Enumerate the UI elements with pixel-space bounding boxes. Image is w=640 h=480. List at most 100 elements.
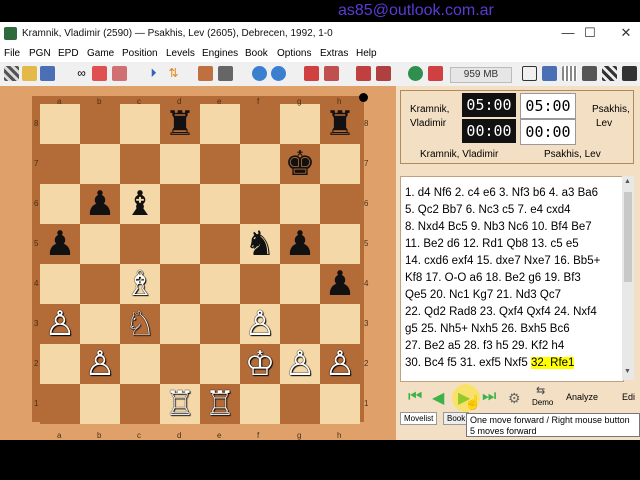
dgt-icon[interactable] xyxy=(428,66,443,81)
move-line[interactable]: 27. Be2 a5 28. f3 h5 29. Kf2 h4 xyxy=(405,340,564,352)
black-king-g7[interactable]: ♚ xyxy=(280,144,320,184)
settings-gear-icon[interactable]: ⚙ xyxy=(508,390,521,407)
movelist-scrollbar[interactable]: ▲ ▼ xyxy=(622,176,634,380)
analyze-button[interactable]: Analyze xyxy=(566,392,598,402)
square-e7[interactable] xyxy=(200,144,240,184)
scroll-thumb[interactable] xyxy=(624,192,632,282)
square-e6[interactable] xyxy=(200,184,240,224)
maximize-icon[interactable]: ☐ xyxy=(582,25,598,43)
white-pawn-b2[interactable]: ♙ xyxy=(80,344,120,384)
square-d4[interactable] xyxy=(160,264,200,304)
white-knight-c3[interactable]: ♘ xyxy=(120,304,160,344)
square-e3[interactable] xyxy=(200,304,240,344)
square-e8[interactable] xyxy=(200,104,240,144)
scroll-up-icon[interactable]: ▲ xyxy=(624,178,631,185)
square-d6[interactable] xyxy=(160,184,200,224)
square-d2[interactable] xyxy=(160,344,200,384)
square-c8[interactable] xyxy=(120,104,160,144)
current-move[interactable]: 32. Rfe1 xyxy=(530,357,575,369)
square-b1[interactable] xyxy=(80,384,120,424)
white-pawn-h2[interactable]: ♙ xyxy=(320,344,360,384)
movelist-panel[interactable]: 1. d4 Nf6 2. c4 e6 3. Nf3 b6 4. a3 Ba6 5… xyxy=(400,176,624,382)
square-a6[interactable] xyxy=(40,184,80,224)
globe-icon[interactable] xyxy=(408,66,423,81)
square-g3[interactable] xyxy=(280,304,320,344)
move-line[interactable]: 11. Be2 d6 12. Rd1 Qb8 13. c5 e5 xyxy=(405,238,579,250)
square-f6[interactable] xyxy=(240,184,280,224)
piece-set-icon[interactable] xyxy=(622,66,637,81)
square-h6[interactable] xyxy=(320,184,360,224)
black-pawn-b6[interactable]: ♟ xyxy=(80,184,120,224)
black-rook-d8[interactable]: ♜ xyxy=(160,104,200,144)
board-color-icon[interactable] xyxy=(602,66,617,81)
square-e2[interactable] xyxy=(200,344,240,384)
square-b8[interactable] xyxy=(80,104,120,144)
square-g6[interactable] xyxy=(280,184,320,224)
square-f8[interactable] xyxy=(240,104,280,144)
square-c5[interactable] xyxy=(120,224,160,264)
square-a7[interactable] xyxy=(40,144,80,184)
move-line[interactable]: 8. Nxd4 Bc5 9. Nb3 Nc6 10. Bf4 Be7 xyxy=(405,221,592,233)
back-move-icon[interactable]: ◀ xyxy=(432,388,444,408)
square-a8[interactable] xyxy=(40,104,80,144)
square-a2[interactable] xyxy=(40,344,80,384)
move-line[interactable]: 22. Qd2 Rad8 23. Qxf4 Qxf4 24. Nxf4 xyxy=(405,306,597,318)
scroll-down-icon[interactable]: ▼ xyxy=(624,368,631,375)
close-icon[interactable]: ✕ xyxy=(618,25,634,43)
last-move-icon[interactable]: ⏭ xyxy=(482,388,496,406)
square-h1[interactable] xyxy=(320,384,360,424)
move-line[interactable]: 1. d4 Nf6 2. c4 e6 3. Nf3 b6 4. a3 Ba6 xyxy=(405,187,598,199)
white-pawn-f3[interactable]: ♙ xyxy=(240,304,280,344)
black-bishop-c6[interactable]: ♝ xyxy=(120,184,160,224)
square-c2[interactable] xyxy=(120,344,160,384)
black-rook-h8[interactable]: ♜ xyxy=(320,104,360,144)
black-pawn-a5[interactable]: ♟ xyxy=(40,224,80,264)
square-e4[interactable] xyxy=(200,264,240,304)
fullscreen-icon[interactable] xyxy=(522,66,537,81)
square-e5[interactable] xyxy=(200,224,240,264)
square-g8[interactable] xyxy=(280,104,320,144)
grid-icon[interactable] xyxy=(562,66,577,81)
white-king-f2[interactable]: ♔ xyxy=(240,344,280,384)
square-f1[interactable] xyxy=(240,384,280,424)
move-line[interactable]: 5. Qc2 Bb7 6. Nc3 c5 7. e4 cxd4 xyxy=(405,204,571,216)
square-a1[interactable] xyxy=(40,384,80,424)
square-d7[interactable] xyxy=(160,144,200,184)
white-bishop-c4[interactable]: ♗ xyxy=(120,264,160,304)
square-b3[interactable] xyxy=(80,304,120,344)
white-pawn-g2[interactable]: ♙ xyxy=(280,344,320,384)
white-rook-e1[interactable]: ♖ xyxy=(200,384,240,424)
square-b7[interactable] xyxy=(80,144,120,184)
demo-arrows-icon[interactable]: ⇆ xyxy=(536,384,545,397)
minimize-icon[interactable]: — xyxy=(560,25,576,43)
square-d5[interactable] xyxy=(160,224,200,264)
tab-movelist[interactable]: Movelist xyxy=(400,412,438,425)
layout-icon[interactable] xyxy=(542,66,557,81)
black-pawn-g5[interactable]: ♟ xyxy=(280,224,320,264)
move-line[interactable]: 14. cxd6 exf4 15. dxe7 Nxe7 16. Bb5+ xyxy=(405,255,600,267)
square-c7[interactable] xyxy=(120,144,160,184)
pieces-icon[interactable] xyxy=(582,66,597,81)
white-rook-d1[interactable]: ♖ xyxy=(160,384,200,424)
move-line[interactable]: Kf8 17. O-O a6 18. Be2 g6 19. Bf3 xyxy=(405,272,581,284)
square-b4[interactable] xyxy=(80,264,120,304)
black-pawn-h4[interactable]: ♟ xyxy=(320,264,360,304)
square-g4[interactable] xyxy=(280,264,320,304)
demo-button[interactable]: Demo xyxy=(532,398,553,407)
white-pawn-a3[interactable]: ♙ xyxy=(40,304,80,344)
square-b5[interactable] xyxy=(80,224,120,264)
square-f4[interactable] xyxy=(240,264,280,304)
square-h7[interactable] xyxy=(320,144,360,184)
square-h3[interactable] xyxy=(320,304,360,344)
square-h5[interactable] xyxy=(320,224,360,264)
square-c1[interactable] xyxy=(120,384,160,424)
edit-button[interactable]: Edi xyxy=(622,392,635,402)
square-d3[interactable] xyxy=(160,304,200,344)
square-f7[interactable] xyxy=(240,144,280,184)
move-line[interactable]: g5 25. Nh5+ Nxh5 26. Bxh5 Bc6 xyxy=(405,323,570,335)
move-line-prefix[interactable]: 30. Bc4 f5 31. exf5 Nxf5 xyxy=(405,357,528,369)
move-line[interactable]: Qe5 20. Nc1 Kg7 21. Nd3 Qc7 xyxy=(405,289,561,301)
black-knight-f5[interactable]: ♞ xyxy=(240,224,280,264)
first-move-icon[interactable]: ⏮ xyxy=(408,388,422,406)
square-g1[interactable] xyxy=(280,384,320,424)
